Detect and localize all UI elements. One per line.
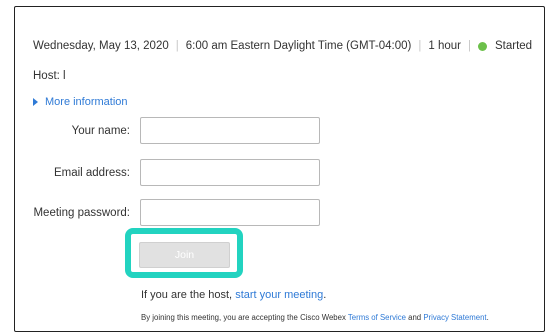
more-information-toggle[interactable]: More information — [33, 96, 128, 108]
meeting-duration: 1 hour — [428, 40, 461, 52]
email-input[interactable] — [140, 159, 320, 186]
terms-and: and — [408, 313, 422, 322]
email-label: Email address: — [53, 167, 130, 179]
host-prompt: If you are the host, start your meeting. — [141, 289, 326, 301]
terms-of-service-link[interactable]: Terms of Service — [348, 313, 406, 322]
terms-suffix: . — [486, 313, 489, 322]
terms-prefix: By joining this meeting, you are accepti… — [141, 313, 346, 322]
host-prompt-suffix: . — [323, 289, 327, 301]
password-label: Meeting password: — [33, 207, 130, 219]
meeting-date: Wednesday, May 13, 2020 — [33, 40, 169, 52]
privacy-statement-link[interactable]: Privacy Statement — [423, 313, 486, 322]
name-input[interactable] — [140, 117, 320, 144]
meeting-time: 6:00 am Eastern Daylight Time (GMT-04:00… — [185, 40, 412, 52]
meeting-info-row: Wednesday, May 13, 2020 | 6:00 am Easter… — [33, 40, 532, 52]
password-input[interactable] — [140, 199, 320, 226]
name-label: Your name: — [71, 125, 130, 137]
join-button[interactable]: Join — [139, 242, 230, 268]
start-meeting-link[interactable]: start your meeting — [235, 289, 323, 301]
more-information-label: More information — [45, 96, 128, 108]
terms-notice: By joining this meeting, you are accepti… — [141, 313, 489, 322]
status-dot-icon — [477, 41, 487, 51]
divider: | — [418, 40, 422, 52]
meeting-status: Started — [494, 40, 533, 52]
divider: | — [467, 40, 471, 52]
host-prompt-text: If you are the host, — [141, 289, 233, 301]
divider: | — [175, 40, 179, 52]
triangle-right-icon — [33, 98, 38, 106]
meeting-host: Host: l — [33, 70, 66, 82]
